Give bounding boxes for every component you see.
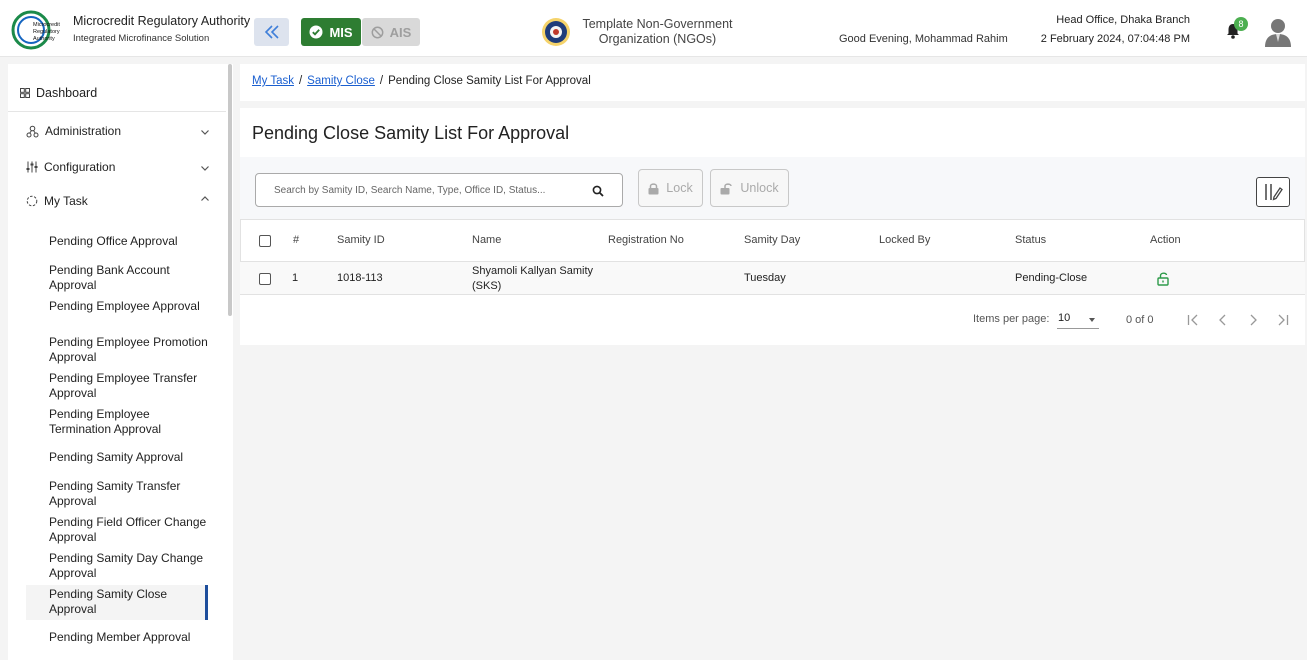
sidebar-item-pending-member-approval[interactable]: Pending Member Approval bbox=[49, 630, 209, 645]
pagination-range: 0 of 0 bbox=[1126, 314, 1154, 326]
last-page-icon[interactable] bbox=[1276, 313, 1290, 327]
current-datetime: 2 February 2024, 07:04:48 PM bbox=[1040, 33, 1190, 45]
lock-icon bbox=[648, 182, 659, 194]
breadcrumb-separator: / bbox=[379, 75, 384, 87]
search-input[interactable]: Search by Samity ID, Search Name, Type, … bbox=[255, 173, 623, 207]
sidebar-item-my-task-label: My Task bbox=[44, 194, 88, 208]
sidebar-item-pending-samity-day-change-approval[interactable]: Pending Samity Day Change Approval bbox=[49, 551, 209, 581]
unlock-icon bbox=[720, 182, 733, 194]
next-page-icon[interactable] bbox=[1246, 313, 1260, 327]
sidebar-item-pending-samity-transfer-approval[interactable]: Pending Samity Transfer Approval bbox=[49, 479, 209, 509]
sidebar-item-configuration-label: Configuration bbox=[44, 160, 116, 174]
items-per-page-label: Items per page: bbox=[973, 313, 1050, 325]
logo-line-1: Microcredit bbox=[33, 22, 60, 28]
column-header-samity-id[interactable]: Samity ID bbox=[337, 234, 385, 246]
sidebar-item-pending-employee-termination-approval[interactable]: Pending Employee Termination Approval bbox=[49, 407, 209, 437]
sidebar-divider bbox=[8, 111, 226, 112]
previous-page-icon[interactable] bbox=[1216, 313, 1230, 327]
sidebar-item-pending-employee-transfer-approval[interactable]: Pending Employee Transfer Approval bbox=[49, 371, 209, 401]
row-samity-day: Tuesday bbox=[744, 272, 786, 284]
row-samity-id: 1018-113 bbox=[337, 272, 383, 284]
sidebar-item-configuration[interactable]: Configuration bbox=[26, 160, 115, 174]
breadcrumb-current: Pending Close Samity List For Approval bbox=[388, 75, 591, 87]
mis-button[interactable]: MIS bbox=[301, 18, 361, 46]
chevron-down-icon[interactable] bbox=[200, 127, 210, 137]
ais-label: AIS bbox=[389, 24, 412, 40]
unlock-icon[interactable] bbox=[1157, 271, 1170, 286]
breadcrumb-separator: / bbox=[298, 75, 303, 87]
column-header-status[interactable]: Status bbox=[1015, 234, 1046, 246]
branch-name: Head Office, Dhaka Branch bbox=[1056, 14, 1190, 26]
sidebar-item-dashboard-label: Dashboard bbox=[36, 86, 98, 100]
check-circle-icon bbox=[309, 25, 323, 39]
sidebar-scrollbar[interactable] bbox=[228, 64, 232, 316]
sidebar-item-administration-label: Administration bbox=[45, 124, 122, 138]
column-header-action: Action bbox=[1150, 234, 1181, 246]
items-per-page-value: 10 bbox=[1058, 312, 1071, 324]
collapse-sidebar-button[interactable] bbox=[254, 18, 289, 46]
row-checkbox[interactable] bbox=[259, 273, 271, 285]
logo-line-2: Regulatory bbox=[33, 29, 60, 35]
first-page-icon[interactable] bbox=[1186, 313, 1200, 327]
column-header-name[interactable]: Name bbox=[472, 234, 501, 246]
lock-label: Lock bbox=[666, 181, 693, 195]
administration-icon bbox=[26, 125, 39, 137]
configuration-icon bbox=[26, 161, 38, 173]
sidebar-item-administration[interactable]: Administration bbox=[26, 124, 121, 138]
sidebar-item-pending-employee-approval[interactable]: Pending Employee Approval bbox=[49, 299, 209, 314]
mra-logo: Microcredit Regulatory Authority bbox=[11, 10, 60, 50]
sidebar-item-pending-office-approval[interactable]: Pending Office Approval bbox=[49, 234, 209, 249]
column-settings-button[interactable] bbox=[1256, 177, 1290, 207]
column-header-registration-no[interactable]: Registration No bbox=[608, 234, 684, 246]
column-header-index: # bbox=[293, 234, 300, 246]
government-emblem bbox=[542, 18, 570, 46]
notification-badge: 8 bbox=[1234, 17, 1248, 31]
ngo-name: Template Non-Government Organization (NG… bbox=[582, 17, 733, 46]
row-name-line-2: (SKS) bbox=[472, 280, 502, 292]
org-title: Microcredit Regulatory Authority bbox=[73, 14, 251, 28]
sidebar-item-my-task[interactable]: My Task bbox=[26, 194, 88, 208]
ais-button[interactable]: AIS bbox=[362, 18, 420, 46]
breadcrumb: My Task / Samity Close / Pending Close S… bbox=[252, 75, 591, 87]
sidebar-item-pending-samity-close-approval[interactable]: Pending Samity Close Approval bbox=[49, 587, 199, 617]
chevron-up-icon[interactable] bbox=[200, 194, 210, 204]
search-placeholder: Search by Samity ID, Search Name, Type, … bbox=[274, 185, 546, 196]
row-name-line-1: Shyamoli Kallyan Samity bbox=[472, 265, 594, 277]
lock-button[interactable]: Lock bbox=[638, 169, 703, 207]
double-chevron-left-icon bbox=[264, 25, 279, 39]
column-header-locked-by[interactable]: Locked By bbox=[879, 234, 930, 246]
column-edit-icon bbox=[1265, 184, 1283, 201]
chevron-down-icon[interactable] bbox=[200, 163, 210, 173]
row-index: 1 bbox=[292, 272, 299, 284]
row-status: Pending-Close bbox=[1015, 272, 1088, 284]
page-title: Pending Close Samity List For Approval bbox=[252, 123, 570, 143]
breadcrumb-link-samity-close[interactable]: Samity Close bbox=[307, 75, 375, 87]
user-avatar-icon[interactable] bbox=[1264, 17, 1292, 47]
sidebar-item-pending-field-officer-change-approval[interactable]: Pending Field Officer Change Approval bbox=[49, 515, 209, 545]
sidebar-item-pending-employee-promotion-approval[interactable]: Pending Employee Promotion Approval bbox=[49, 335, 209, 365]
ban-icon bbox=[371, 26, 384, 38]
mis-label: MIS bbox=[329, 24, 353, 40]
breadcrumb-link-my-task[interactable]: My Task bbox=[252, 75, 294, 87]
unlock-label: Unlock bbox=[740, 181, 779, 195]
items-per-page-select[interactable]: 10 bbox=[1057, 311, 1099, 329]
dashboard-icon bbox=[20, 88, 30, 98]
search-icon[interactable] bbox=[592, 185, 604, 197]
sidebar-item-dashboard[interactable]: Dashboard bbox=[20, 86, 97, 100]
my-task-icon bbox=[26, 195, 38, 207]
sidebar-item-pending-samity-approval[interactable]: Pending Samity Approval bbox=[49, 450, 209, 465]
sidebar-item-pending-bank-account-approval[interactable]: Pending Bank Account Approval bbox=[49, 263, 209, 293]
org-subtitle: Integrated Microfinance Solution bbox=[73, 33, 210, 44]
dropdown-arrow-icon bbox=[1089, 318, 1095, 322]
greeting-text: Good Evening, Mohammad Rahim bbox=[839, 33, 1008, 45]
logo-line-3: Authority bbox=[33, 36, 55, 42]
select-all-checkbox[interactable] bbox=[259, 235, 271, 247]
column-header-samity-day[interactable]: Samity Day bbox=[744, 234, 800, 246]
unlock-button[interactable]: Unlock bbox=[710, 169, 789, 207]
